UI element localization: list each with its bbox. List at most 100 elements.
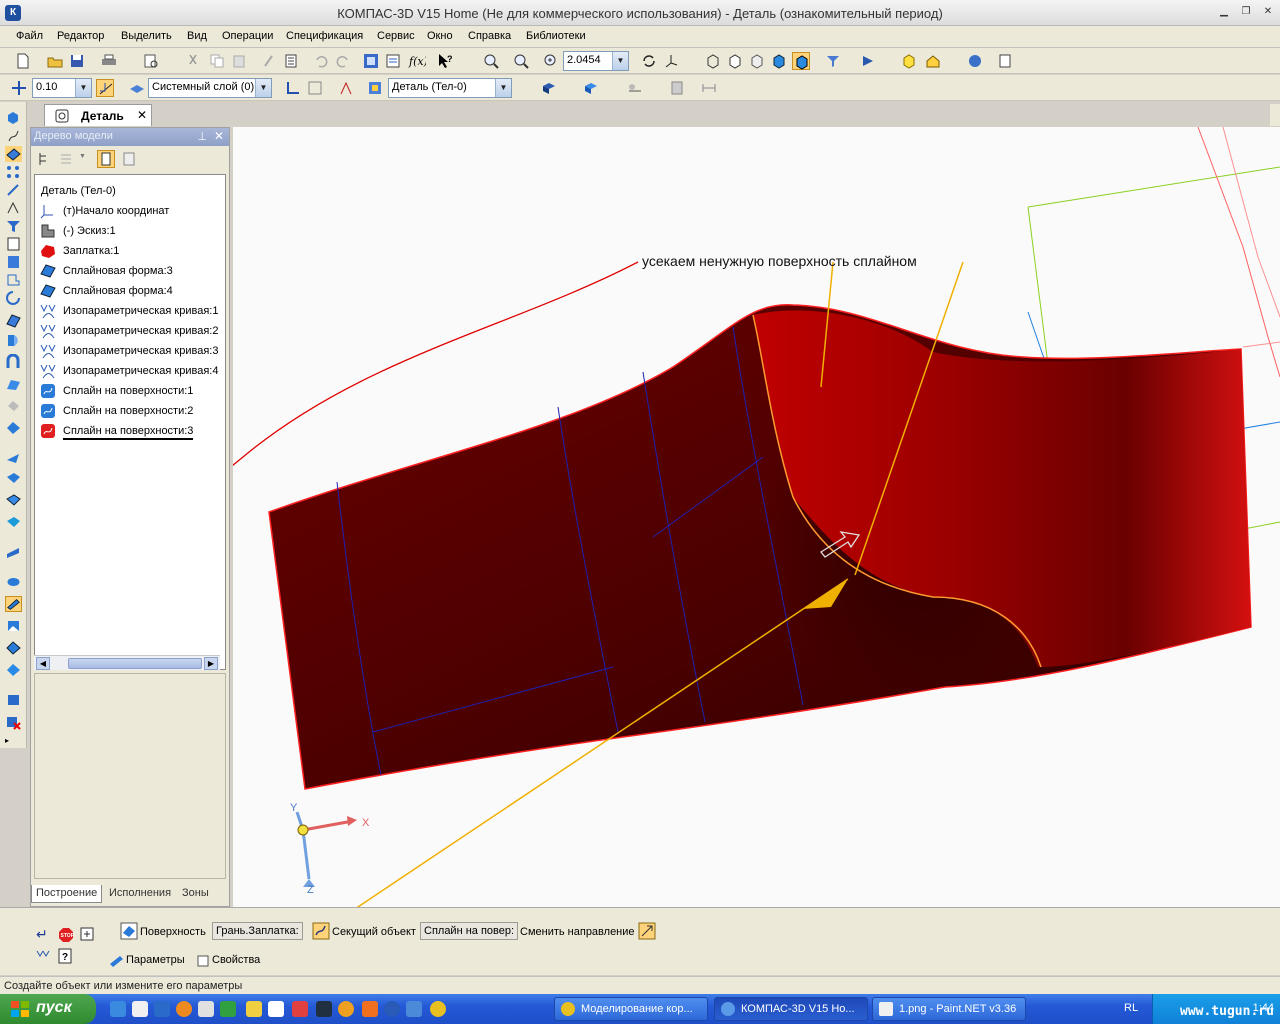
quicklaunch-icon-7[interactable]: [362, 1001, 378, 1017]
quicklaunch-icon-3[interactable]: [220, 1001, 236, 1017]
tree-item-isocurve-4[interactable]: Изопараметрическая кривая:4: [39, 361, 225, 381]
libraries-icon[interactable]: [966, 52, 984, 70]
filter-icon[interactable]: [824, 52, 842, 70]
kinematic-surface-icon[interactable]: [5, 353, 22, 370]
stitch-surface-icon[interactable]: [5, 574, 22, 590]
property-help-icon[interactable]: ?: [58, 948, 72, 964]
manager-icon[interactable]: [362, 52, 380, 70]
construction-line-red-2[interactable]: [1222, 127, 1280, 318]
surface-value-field[interactable]: Грань.Заплатка:: [212, 920, 308, 942]
rotate-surface-icon[interactable]: [5, 332, 22, 348]
preview-mode-icon[interactable]: [35, 948, 51, 964]
chevron-down-icon[interactable]: ▼: [75, 79, 91, 97]
sew-surfaces-icon[interactable]: [5, 662, 22, 678]
menu-operations[interactable]: Операции: [222, 30, 273, 42]
part-context-icon[interactable]: [366, 79, 384, 97]
patch-surface-icon[interactable]: [5, 420, 22, 436]
scroll-right-icon[interactable]: ▶: [204, 657, 218, 670]
loft-surface-icon[interactable]: [5, 376, 22, 392]
desktop-icon[interactable]: [268, 1001, 284, 1017]
restore-icon[interactable]: ❐: [1238, 5, 1254, 19]
format-brush-icon[interactable]: [260, 52, 278, 70]
stop-icon[interactable]: STOP: [58, 927, 74, 943]
menu-file[interactable]: Файл: [16, 30, 43, 42]
kompas-quick-icon[interactable]: [384, 1001, 400, 1017]
menu-editor[interactable]: Редактор: [57, 30, 104, 42]
menu-select[interactable]: Выделить: [121, 30, 172, 42]
equidistant-surface-icon[interactable]: [5, 450, 22, 466]
quicklaunch-icon-5[interactable]: [316, 1001, 332, 1017]
sheet-metal-icon[interactable]: [5, 272, 22, 288]
select-filter-icon[interactable]: [860, 52, 878, 70]
close-tab-icon[interactable]: ✕: [137, 108, 147, 122]
new-document-icon[interactable]: [14, 52, 32, 70]
tree-item-spline-form-4[interactable]: Сплайновая форма:4: [39, 281, 225, 301]
tree-view-icon[interactable]: [37, 151, 53, 167]
trim-surface-icon[interactable]: [5, 596, 22, 612]
menu-service[interactable]: Сервис: [377, 30, 415, 42]
thin-lines-view-icon[interactable]: [748, 52, 766, 70]
shaded-edges-view-icon[interactable]: [792, 52, 810, 70]
close-icon[interactable]: ✕: [1260, 5, 1276, 19]
print-preview-icon[interactable]: [142, 52, 160, 70]
tab-versions[interactable]: Исполнения: [105, 885, 175, 903]
remove-faces-icon[interactable]: [5, 692, 22, 708]
zoom-dynamic-icon[interactable]: [512, 52, 530, 70]
undo-icon[interactable]: [312, 52, 330, 70]
snap-toggle-icon[interactable]: [96, 79, 114, 97]
linear-surface-icon[interactable]: [5, 470, 22, 486]
media-player-icon[interactable]: [132, 1001, 148, 1017]
paste-icon[interactable]: [230, 52, 248, 70]
editing-part-icon[interactable]: [5, 110, 22, 126]
extend-surface-icon[interactable]: [5, 544, 22, 560]
help-pointer-icon[interactable]: ?: [436, 52, 454, 70]
quicklaunch-icon-1[interactable]: [154, 1001, 170, 1017]
spatial-curves-icon[interactable]: [5, 128, 22, 144]
tree-sort-icon[interactable]: [59, 151, 75, 167]
zoom-fit-icon[interactable]: [542, 52, 560, 70]
surface-reconstruction-icon[interactable]: [5, 640, 22, 656]
mass-properties-icon[interactable]: [668, 79, 686, 97]
tree-item-isocurve-2[interactable]: Изопараметрическая кривая:2: [39, 321, 225, 341]
orientation-axes-icon[interactable]: [662, 52, 680, 70]
tree-item-isocurve-1[interactable]: Изопараметрическая кривая:1: [39, 301, 225, 321]
house-part-icon[interactable]: [924, 52, 942, 70]
spline-surface-icon[interactable]: [5, 514, 22, 530]
coordinate-snap-icon[interactable]: [10, 79, 28, 97]
menu-window[interactable]: Окно: [427, 30, 453, 42]
chevron-down-icon[interactable]: ▼: [612, 52, 628, 70]
layers-icon[interactable]: [384, 52, 402, 70]
step-select[interactable]: 0.10 ▼: [32, 78, 92, 98]
change-direction-field[interactable]: Сменить направление: [518, 920, 658, 942]
zoom-scale-select[interactable]: 2.0454 ▼: [563, 51, 629, 71]
quicklaunch-icon-2[interactable]: [198, 1001, 214, 1017]
minimize-icon[interactable]: ▁: [1216, 5, 1232, 19]
properties-list-icon[interactable]: [282, 52, 300, 70]
save-icon[interactable]: [68, 52, 86, 70]
scroll-thumb[interactable]: [68, 658, 202, 669]
tree-item-surface-spline-1[interactable]: Сплайн на поверхности:1: [39, 381, 225, 401]
tree-item-sketch[interactable]: (-) Эскиз:1: [39, 221, 225, 241]
notepad-icon[interactable]: [246, 1001, 262, 1017]
cutting-object-field[interactable]: Секущий объект: [310, 920, 420, 942]
change-direction-icon[interactable]: [638, 922, 656, 940]
tree-item-origin[interactable]: (т)Начало координат: [39, 201, 225, 221]
quicklaunch-icon-4[interactable]: [292, 1001, 308, 1017]
tree-item-patch[interactable]: Заплатка:1: [39, 241, 225, 261]
edit-cs-icon[interactable]: [306, 79, 324, 97]
construction-line-red-3[interactable]: [1242, 341, 1280, 348]
measure-icon[interactable]: [626, 79, 644, 97]
expand-toolbar-icon[interactable]: ▸: [5, 736, 22, 746]
part-select[interactable]: Деталь (Тел-0) ▼: [388, 78, 512, 98]
task-browser[interactable]: Моделирование кор...: [554, 997, 708, 1021]
construction-line-red-1[interactable]: [1197, 127, 1280, 378]
ruled-surface-icon[interactable]: [5, 492, 22, 508]
tab-construction[interactable]: Построение: [31, 885, 103, 903]
tree-item-spline-form-3[interactable]: Сплайновая форма:3: [39, 261, 225, 281]
reports-icon[interactable]: [996, 52, 1014, 70]
tab-properties[interactable]: Свойства: [192, 952, 272, 970]
auxiliary-geometry-icon[interactable]: [5, 182, 22, 198]
task-paint[interactable]: 1.png - Paint.NET v3.36: [872, 997, 1026, 1021]
close-panel-icon[interactable]: ✕: [214, 129, 224, 143]
hidden-lines-view-icon[interactable]: [726, 52, 744, 70]
